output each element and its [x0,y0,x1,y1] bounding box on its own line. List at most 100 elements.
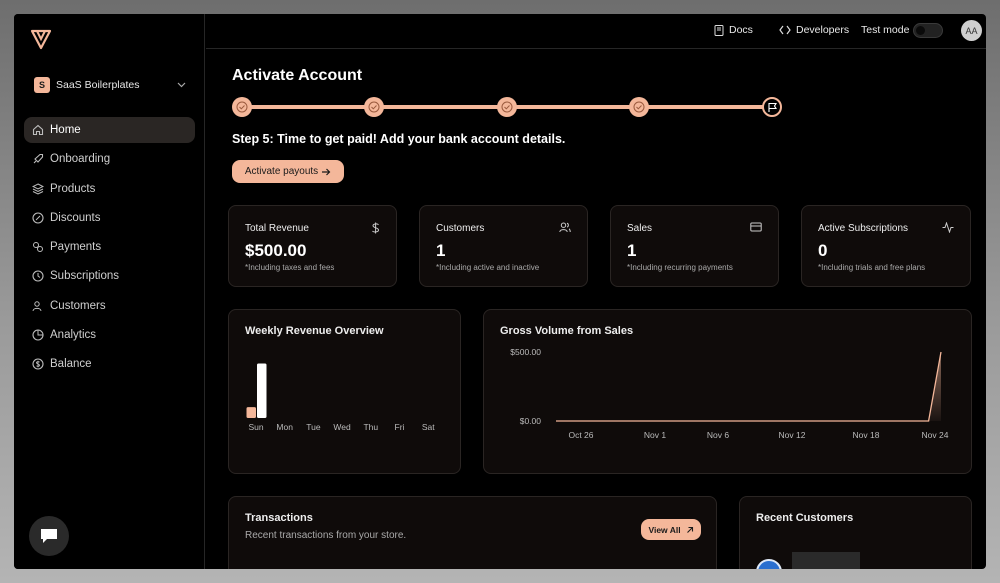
stat-title: Total Revenue [245,223,309,234]
org-name: SaaS Boilerplates [56,79,140,91]
stat-value: 1 [436,241,446,260]
developers-link[interactable]: Developers [779,24,849,36]
weekly-revenue-chart: Sun Mon Tue Wed Thu Fri Sat [246,363,435,432]
gross-x-tick: Nov 24 [922,430,949,440]
sidebar-item-products[interactable]: Products [24,176,195,202]
docs-label: Docs [729,24,753,36]
sidebar-item-customers[interactable]: Customers [24,293,195,319]
logo-icon[interactable] [30,28,52,50]
weekly-x-tick: Sun [248,422,263,432]
sidebar-item-label: Payments [50,241,102,254]
dollar-icon [372,222,380,234]
stat-note: *Including trials and free plans [818,263,926,272]
sidebar-item-discounts[interactable]: Discounts [24,205,195,231]
activate-payouts-label: Activate payouts [244,166,319,177]
customer-name-placeholder [792,552,860,569]
customer-avatar [756,559,782,569]
recent-customers-card: Recent Customers [739,496,972,569]
weekly-x-tick: Tue [306,422,321,432]
step-3-complete [497,97,517,117]
gross-x-tick: Nov 1 [644,430,666,440]
code-icon [779,25,791,35]
test-mode-toggle[interactable] [913,23,943,38]
step-1-complete [232,97,252,117]
weekly-x-tick: Thu [363,422,378,432]
step-description: Step 5: Time to get paid! Add your bank … [232,132,566,146]
sidebar-item-label: Products [50,182,96,195]
weekly-bar-sun-2 [257,363,267,418]
weekly-x-tick: Fri [395,422,405,432]
check-circle-icon [501,101,513,113]
topbar: Docs Developers Test mode AA [206,14,986,49]
check-circle-icon [236,101,248,113]
stat-title: Sales [627,223,653,234]
stat-title: Customers [436,223,485,234]
credit-card-icon [750,222,762,232]
weekly-x-tick: Wed [333,422,351,432]
stat-value: 0 [818,241,828,260]
weekly-bar-sun-1 [246,407,256,418]
main-content: Activate Account Step 5: Time to get pai… [206,50,986,569]
users-icon [32,300,44,312]
sidebar-item-label: Subscriptions [50,270,120,283]
sidebar-item-home[interactable]: Home [24,117,195,143]
page-title: Activate Account [232,67,363,84]
transactions-title: Transactions [245,512,313,524]
sidebar-item-label: Analytics [50,329,97,342]
pie-chart-icon [32,329,44,341]
sidebar-item-payments[interactable]: Payments [24,234,195,260]
book-icon [714,24,724,36]
org-switcher[interactable]: S SaaS Boilerplates [34,76,186,94]
weekly-revenue-card: Weekly Revenue Overview Sun Mon Tue Wed Thu F… [228,309,461,474]
sidebar-item-label: Onboarding [50,153,111,166]
view-all-label: View All [648,524,681,535]
sidebar-nav: Home Onboarding Products Discounts Payme… [24,117,195,381]
stat-note: *Including recurring payments [627,263,733,272]
transactions-subtitle: Recent transactions from your store. [245,530,407,541]
sidebar-item-label: Discounts [50,211,101,224]
gross-x-tick: Nov 6 [707,430,729,440]
gross-x-tick: Nov 18 [853,430,880,440]
stat-value: 1 [627,241,637,260]
gross-y-tick: $0.00 [520,416,542,426]
stat-note: *Including taxes and fees [245,263,335,272]
step-2-complete [364,97,384,117]
sidebar-item-label: Customers [50,299,106,312]
arrow-up-right-icon [686,526,693,533]
rocket-icon [32,153,44,165]
onboarding-progress [232,95,792,119]
test-mode-label: Test mode [861,24,910,36]
step-4-complete [629,97,649,117]
sidebar-item-label: Home [50,124,81,136]
dollar-circle-icon [32,358,44,370]
recent-customers-title: Recent Customers [756,512,854,524]
view-all-button[interactable]: View All [641,519,701,540]
avatar[interactable]: AA [961,20,982,41]
stat-card-active-subscriptions: Active Subscriptions 0 *Including trials… [801,205,971,287]
gross-volume-area [556,352,941,421]
sidebar-item-onboarding[interactable]: Onboarding [24,146,195,172]
app-window: S SaaS Boilerplates Home Onboarding Prod… [14,14,986,569]
stat-value: $500.00 [245,241,307,260]
chevron-down-icon [177,80,186,90]
docs-link[interactable]: Docs [714,24,753,36]
clock-icon [32,270,44,283]
sidebar-item-analytics[interactable]: Analytics [24,322,195,348]
sidebar-item-subscriptions[interactable]: Subscriptions [24,263,195,289]
payments-icon [32,241,44,253]
stat-title: Active Subscriptions [818,223,909,234]
arrow-right-icon [322,168,331,175]
developers-label: Developers [796,24,850,36]
activate-payouts-button[interactable]: Activate payouts [232,160,344,183]
step-5-current [762,97,782,117]
gross-volume-line [556,351,942,422]
sidebar-item-label: Balance [50,358,92,371]
gross-y-tick: $500.00 [510,347,541,357]
stat-card-total-revenue: Total Revenue $500.00 *Including taxes a… [228,205,397,287]
gross-x-tick: Oct 26 [568,430,593,440]
activity-icon [942,222,954,233]
layers-icon [32,183,44,195]
chat-button[interactable] [29,516,69,556]
sidebar-item-balance[interactable]: Balance [24,351,195,377]
users-icon [559,222,571,233]
